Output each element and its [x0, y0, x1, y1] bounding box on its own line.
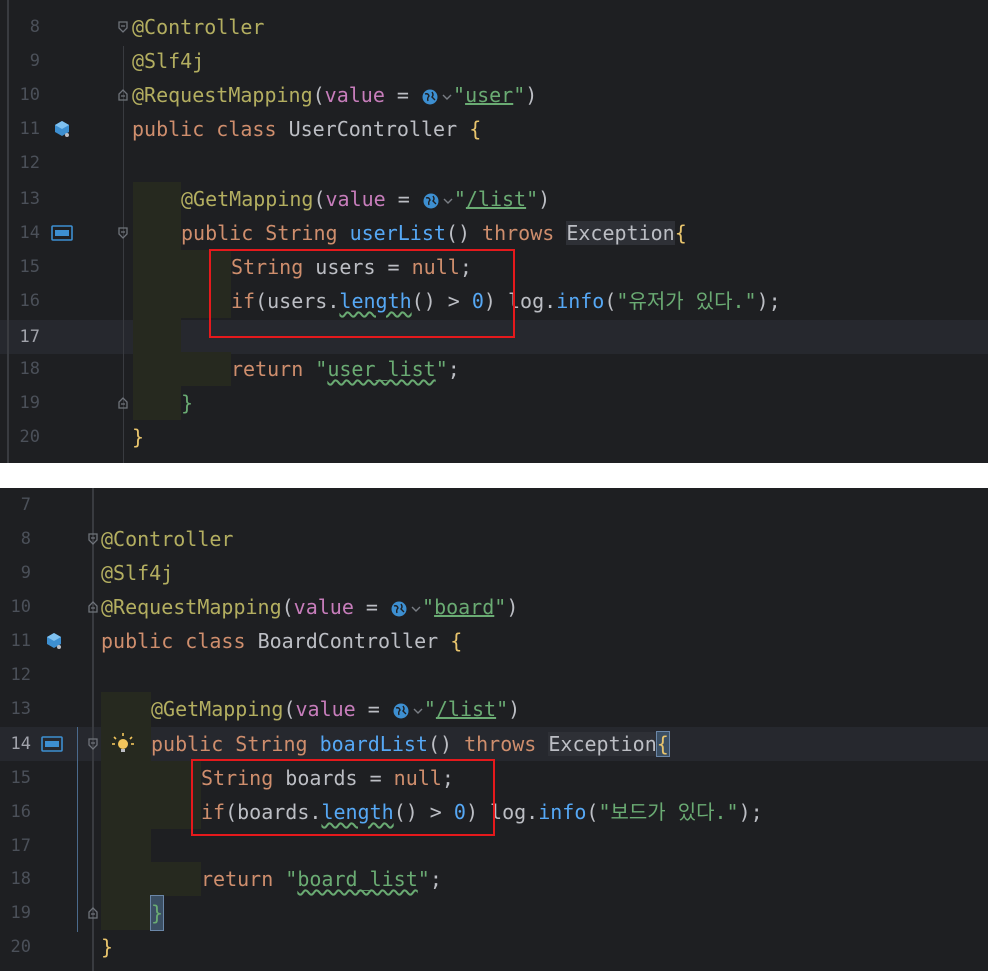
code-line: 14 public String userList() throws Excep… [0, 216, 988, 250]
globe-icon [422, 89, 438, 104]
line-number: 8 [20, 529, 31, 549]
code-line: 18 return "user_list"; [0, 352, 988, 386]
line-number: 9 [20, 563, 31, 583]
code-text: } [132, 425, 145, 449]
code-text: public class BoardController { [101, 629, 463, 653]
globe-icon [423, 193, 439, 208]
line-number: 13 [10, 699, 31, 719]
code-line: 19 } [0, 386, 988, 420]
line-number: 17 [10, 836, 31, 856]
line-number: 14 [10, 734, 31, 754]
code-text: } [181, 391, 194, 415]
code-line: 13 @GetMapping(value = "/list") [0, 692, 988, 726]
code-line: 12 [0, 658, 988, 692]
code-line: 14 public String boardList() throws Exce… [0, 727, 988, 761]
globe-icon [393, 703, 409, 718]
line-number: 10 [10, 597, 31, 617]
line-number: 18 [10, 869, 31, 889]
code-text: @GetMapping(value = "/list") [181, 187, 551, 211]
chevron-down-icon [413, 708, 423, 714]
api-endpoint-icon[interactable] [40, 727, 64, 761]
line-number: 8 [29, 17, 40, 37]
line-number: 18 [19, 359, 40, 379]
lightbulb-icon[interactable] [110, 727, 136, 761]
line-number: 12 [19, 153, 40, 173]
code-line: 12 [0, 146, 988, 180]
code-text: @RequestMapping(value = "board") [101, 595, 519, 619]
line-number: 14 [19, 223, 40, 243]
fold-arrow-icon[interactable] [116, 386, 130, 420]
line-number: 20 [10, 937, 31, 957]
line-number: 15 [10, 768, 31, 788]
fold-arrow-icon[interactable] [116, 78, 130, 112]
code-line: 8 @Controller [0, 10, 988, 44]
code-line: 11 public class BoardController { [0, 624, 988, 658]
code-text: public String userList() throws Exceptio… [181, 221, 687, 245]
code-line: 9 @Slf4j [0, 44, 988, 78]
code-line: 20 } [0, 420, 988, 454]
code-text: @Slf4j [101, 561, 174, 585]
code-line: 10 @RequestMapping(value = "user") [0, 78, 988, 112]
code-text: @RequestMapping(value = "user") [132, 83, 538, 107]
globe-icon [391, 601, 407, 616]
line-number: 9 [29, 51, 40, 71]
code-line: 9 @Slf4j [0, 556, 988, 590]
highlight-box [191, 759, 495, 836]
chevron-down-icon [443, 198, 453, 204]
line-number: 10 [19, 85, 40, 105]
code-text: public class UserController { [132, 117, 482, 141]
code-editor-top[interactable]: 8 @Controller 9 @Slf4j 10 @RequestMappin… [0, 0, 988, 463]
code-line: 19 } [0, 895, 988, 931]
fold-arrow-icon[interactable] [86, 727, 100, 761]
code-line: 18 return "board_list"; [0, 862, 988, 896]
fold-arrow-icon[interactable] [116, 10, 130, 44]
line-number: 11 [19, 119, 40, 139]
code-line: 13 @GetMapping(value = "/list") [0, 182, 988, 216]
highlight-box [209, 249, 515, 338]
code-line: 10 @RequestMapping(value = "board") [0, 590, 988, 624]
line-number: 17 [19, 327, 40, 347]
code-line: 20 } [0, 930, 988, 964]
line-number: 13 [19, 189, 40, 209]
line-number: 15 [19, 257, 40, 277]
code-text: @Slf4j [132, 49, 205, 73]
code-text: return "user_list"; [231, 357, 460, 381]
fold-arrow-icon[interactable] [86, 590, 100, 624]
code-text: return "board_list"; [201, 867, 442, 891]
line-number: 7 [20, 495, 31, 515]
api-endpoint-icon[interactable] [50, 216, 74, 250]
fold-arrow-icon[interactable] [86, 896, 100, 930]
line-number: 19 [19, 393, 40, 413]
line-number: 16 [10, 802, 31, 822]
bean-class-icon[interactable] [50, 112, 74, 146]
line-number: 12 [10, 665, 31, 685]
code-text: @Controller [132, 15, 265, 39]
fold-arrow-icon[interactable] [116, 216, 130, 250]
code-line: 11 public class UserController { [0, 112, 988, 146]
line-number: 11 [10, 631, 31, 651]
code-text: } [101, 935, 114, 959]
code-editor-bottom[interactable]: 7 8 @Controller 9 @Slf4j 10 @RequestMapp… [0, 488, 988, 971]
line-number: 20 [19, 427, 40, 447]
line-number: 19 [10, 903, 31, 923]
code-text: @Controller [101, 527, 234, 551]
chevron-down-icon [411, 606, 421, 612]
code-text: @GetMapping(value = "/list") [151, 697, 521, 721]
line-number: 16 [19, 291, 40, 311]
bean-class-icon[interactable] [42, 624, 66, 658]
fold-arrow-icon[interactable] [86, 522, 100, 556]
code-line: 8 @Controller [0, 522, 988, 556]
code-text: public String boardList() throws Excepti… [151, 731, 670, 757]
chevron-down-icon [442, 94, 452, 100]
code-line: 7 [0, 488, 988, 522]
code-text: } [149, 895, 165, 931]
